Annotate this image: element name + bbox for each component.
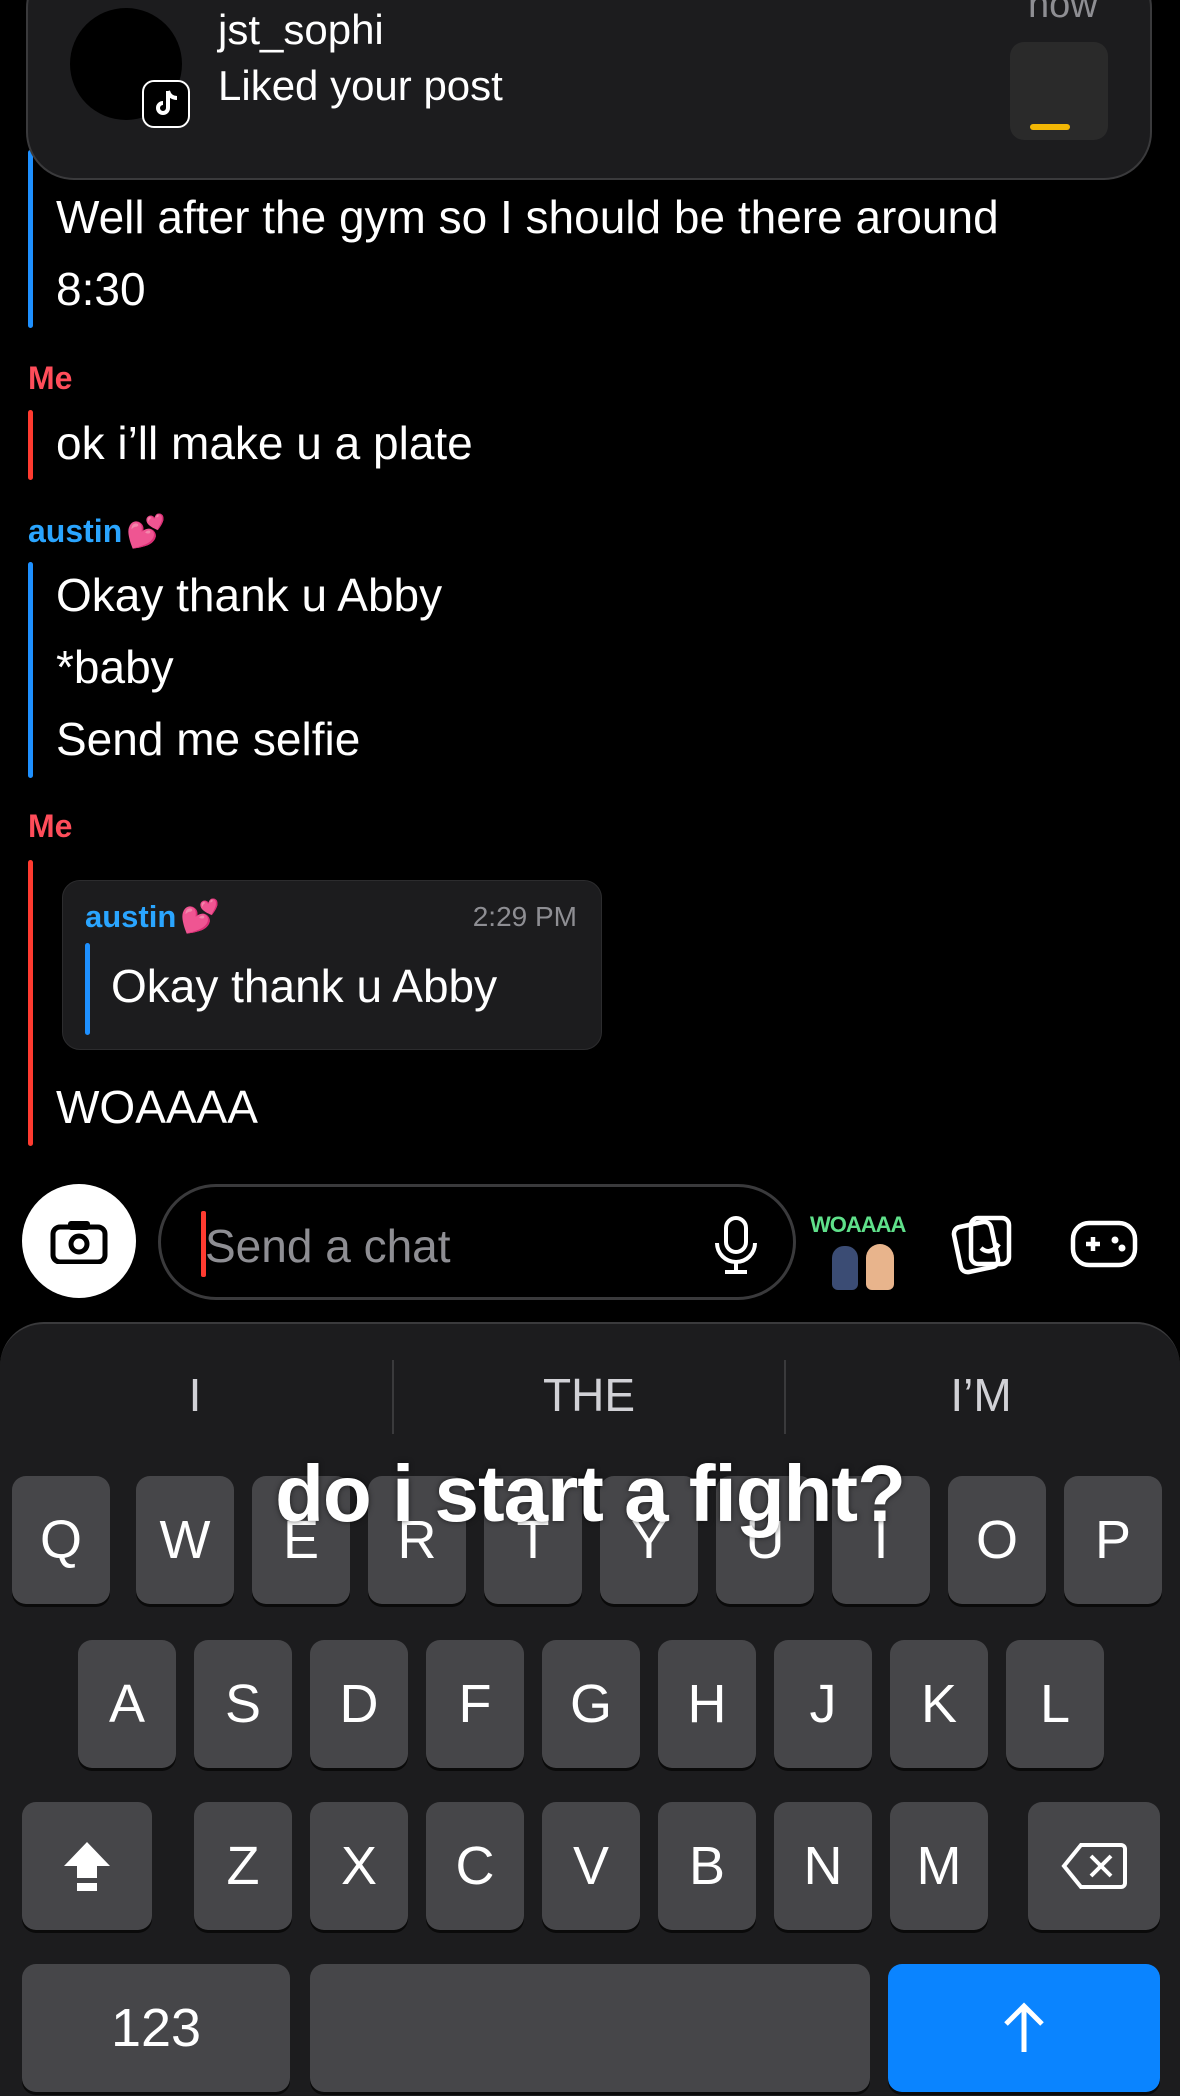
suggestion-3[interactable]: I’M — [786, 1368, 1176, 1422]
key-x[interactable]: X — [310, 1802, 408, 1930]
backspace-icon — [1061, 1843, 1127, 1889]
key-c[interactable]: C — [426, 1802, 524, 1930]
game-controller-icon — [1070, 1220, 1138, 1268]
key-g[interactable]: G — [542, 1640, 640, 1768]
tiktok-icon — [142, 80, 190, 128]
bitmoji-figure — [866, 1244, 894, 1290]
key-b[interactable]: B — [658, 1802, 756, 1930]
memories-button[interactable] — [946, 1208, 1018, 1280]
message-text: Okay thank u Abby — [56, 569, 443, 621]
notification-username: jst_sophi — [218, 6, 384, 53]
suggestion-2[interactable]: THE — [394, 1368, 784, 1422]
microphone-icon[interactable] — [709, 1215, 763, 1275]
space-key[interactable] — [310, 1964, 870, 2092]
notification-time: now — [1028, 0, 1098, 26]
key-d[interactable]: D — [310, 1640, 408, 1768]
shift-icon — [64, 1842, 110, 1891]
key-k[interactable]: K — [890, 1640, 988, 1768]
message-bar-austin — [28, 562, 33, 778]
shift-key[interactable] — [22, 1802, 152, 1930]
quote-time: 2:29 PM — [472, 901, 577, 932]
sender-label-me: Me — [28, 360, 73, 396]
overlay-caption: do i start a fight? — [275, 1449, 906, 1538]
heart-emoji-icon: 💕 — [180, 898, 221, 934]
message-text: Send me selfie — [56, 713, 361, 765]
message-text: WOAAAA — [56, 1081, 258, 1133]
heart-emoji-icon: 💕 — [126, 513, 167, 549]
send-key[interactable] — [888, 1964, 1160, 2092]
key-v[interactable]: V — [542, 1802, 640, 1930]
message-bar-me — [28, 860, 33, 1146]
key-m[interactable]: M — [890, 1802, 988, 1930]
sender-label-me: Me — [28, 808, 73, 844]
key-a[interactable]: A — [78, 1640, 176, 1768]
message-bar-austin — [28, 150, 33, 328]
key-z[interactable]: Z — [194, 1802, 292, 1930]
key-n[interactable]: N — [774, 1802, 872, 1930]
bitmoji-sticker[interactable]: WOAAAA — [810, 1212, 906, 1296]
arrow-up-icon — [1004, 2002, 1044, 2052]
chat-placeholder: Send a chat — [205, 1220, 451, 1272]
message-text: 8:30 — [56, 263, 146, 315]
message-text: Well after the gym so I should be there … — [56, 191, 999, 243]
suggestion-1[interactable]: I — [0, 1368, 390, 1422]
quote-bar — [85, 943, 90, 1035]
quote-text: Okay thank u Abby — [111, 960, 498, 1012]
notification-thumbnail — [1010, 42, 1108, 140]
numbers-key[interactable]: 123 — [22, 1964, 290, 2092]
key-f[interactable]: F — [426, 1640, 524, 1768]
backspace-key[interactable] — [1028, 1802, 1160, 1930]
key-s[interactable]: S — [194, 1640, 292, 1768]
message-text: ok i’ll make u a plate — [56, 417, 473, 469]
camera-button[interactable] — [22, 1184, 136, 1298]
key-l[interactable]: L — [1006, 1640, 1104, 1768]
sender-name: austin — [28, 513, 123, 549]
notification-message: Liked your post — [218, 62, 503, 109]
message-text: *baby — [56, 641, 174, 693]
camera-icon — [50, 1221, 108, 1264]
key-j[interactable]: J — [774, 1640, 872, 1768]
message-bar-me — [28, 410, 33, 480]
quote-sender: austin 💕 — [85, 898, 221, 934]
notification-banner[interactable]: jst_sophi Liked your post now — [26, 0, 1152, 180]
chat-input[interactable]: Send a chat — [158, 1184, 796, 1300]
quoted-reply[interactable]: austin 💕 2:29 PM Okay thank u Abby — [62, 880, 602, 1050]
games-button[interactable] — [1068, 1208, 1140, 1280]
bitmoji-caption: WOAAAA — [810, 1212, 906, 1237]
sticker-cards-icon — [951, 1215, 1012, 1275]
bitmoji-figure — [832, 1246, 858, 1290]
sender-label-austin: austin 💕 — [28, 512, 166, 550]
key-h[interactable]: H — [658, 1640, 756, 1768]
